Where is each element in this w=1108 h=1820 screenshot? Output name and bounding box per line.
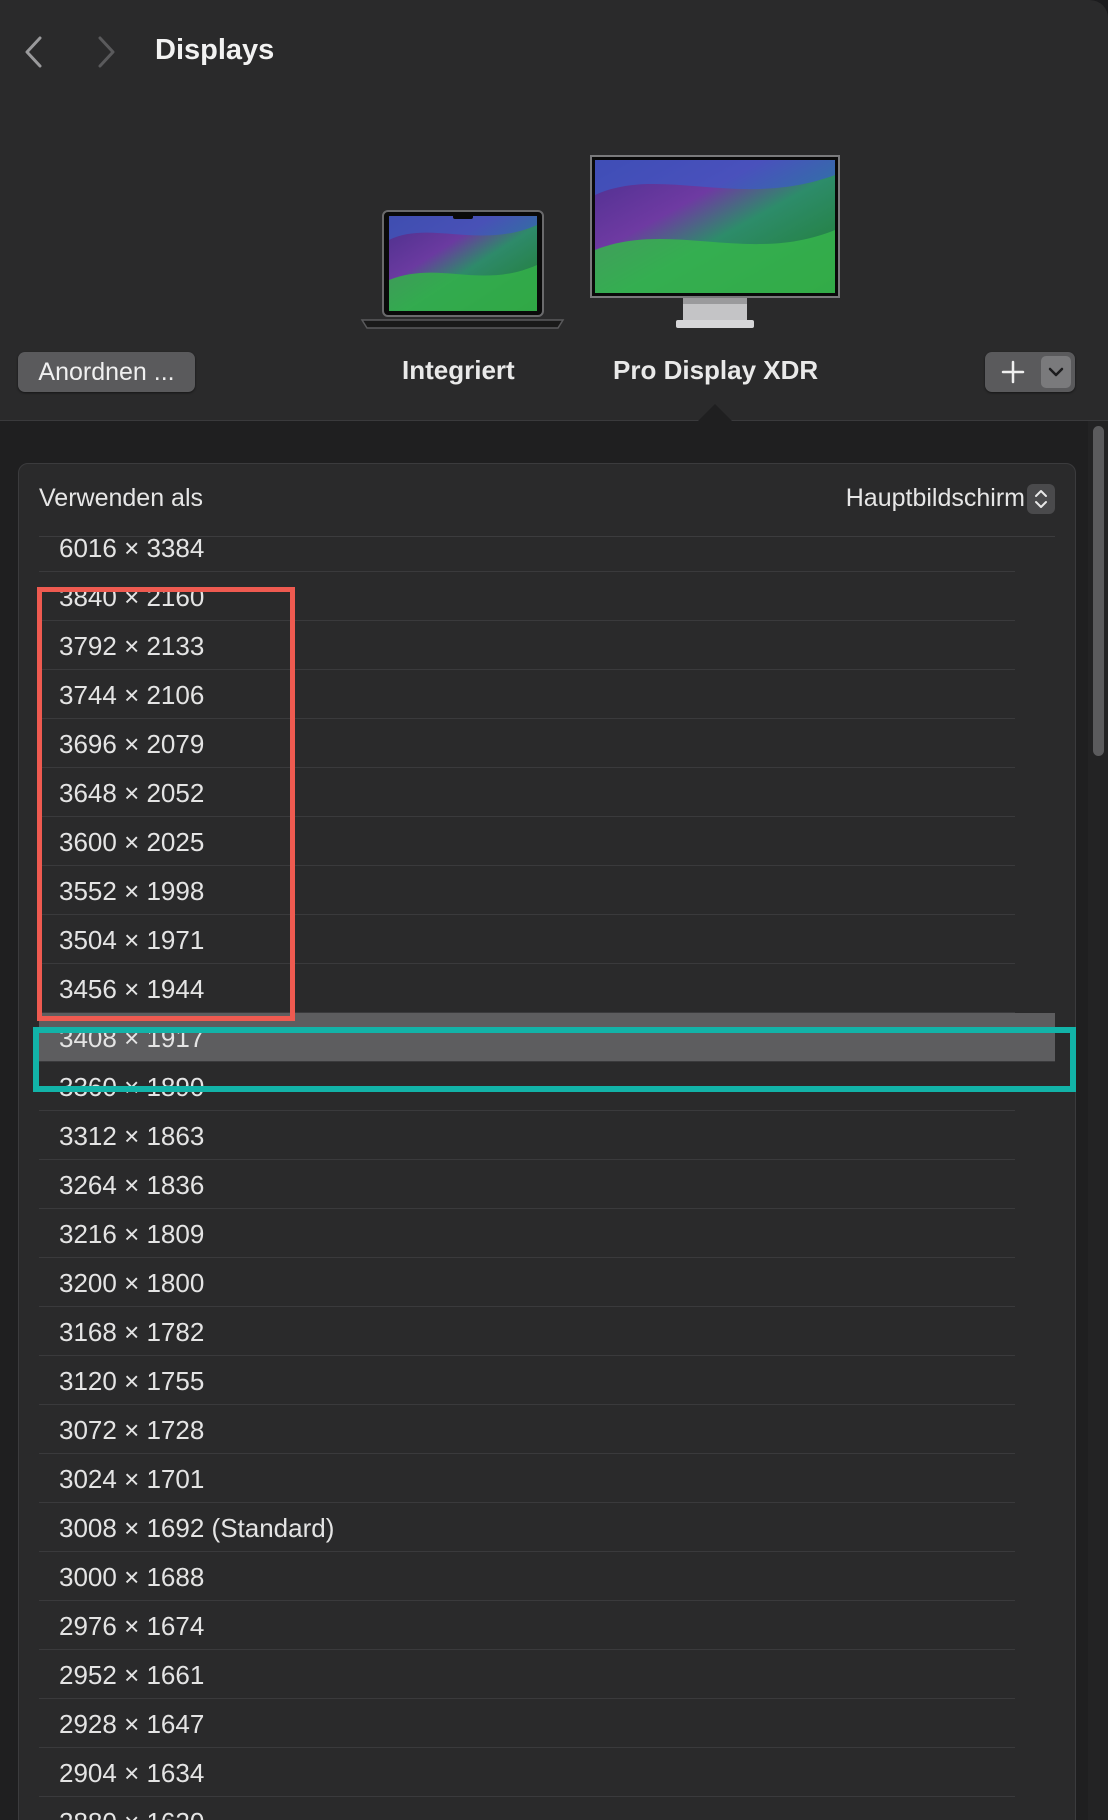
- resolution-label: 3120 × 1755: [59, 1366, 205, 1396]
- selected-display-pointer: [697, 404, 733, 422]
- resolution-label: 2904 × 1634: [59, 1758, 205, 1788]
- resolution-option[interactable]: 3008 × 1692 (Standard): [39, 1503, 1015, 1552]
- resolution-label: 2952 × 1661: [59, 1660, 205, 1690]
- plus-icon: [1001, 360, 1025, 384]
- resolution-option[interactable]: 3168 × 1782: [39, 1307, 1015, 1356]
- resolution-option[interactable]: 6016 × 3384: [39, 531, 1015, 572]
- resolution-option[interactable]: 3216 × 1809: [39, 1209, 1015, 1258]
- display-label-pro-xdr[interactable]: Pro Display XDR: [613, 355, 818, 386]
- resolution-label: 3264 × 1836: [59, 1170, 205, 1200]
- resolution-label: 3200 × 1800: [59, 1268, 205, 1298]
- scrollbar-thumb[interactable]: [1093, 426, 1104, 756]
- resolution-option[interactable]: 3072 × 1728: [39, 1405, 1015, 1454]
- chevron-left-icon: [25, 36, 42, 68]
- resolution-option[interactable]: 3120 × 1755: [39, 1356, 1015, 1405]
- resolution-option[interactable]: 2880 × 1620: [39, 1797, 1015, 1820]
- resolution-option[interactable]: 3312 × 1863: [39, 1111, 1015, 1160]
- arrange-button[interactable]: Anordnen ...: [18, 352, 195, 392]
- highlight-box-teal: [33, 1027, 1076, 1092]
- resolution-label: 2976 × 1674: [59, 1611, 205, 1641]
- chevron-down-icon: [1048, 367, 1064, 377]
- resolution-label: 3000 × 1688: [59, 1562, 205, 1592]
- displays-settings-window: Displays Anordnen ... Integriert Pro Dis…: [0, 0, 1108, 1820]
- resolution-option[interactable]: 3000 × 1688: [39, 1552, 1015, 1601]
- resolution-option[interactable]: 2952 × 1661: [39, 1650, 1015, 1699]
- display-pro-xdr[interactable]: [590, 155, 840, 332]
- resolution-label: 3024 × 1701: [59, 1464, 205, 1494]
- resolution-option[interactable]: 3200 × 1800: [39, 1258, 1015, 1307]
- resolution-label: 3216 × 1809: [59, 1219, 205, 1249]
- use-as-label: Verwenden als: [39, 484, 204, 512]
- laptop-icon: [360, 210, 565, 329]
- up-down-chevron-icon: [1035, 490, 1047, 508]
- use-as-select[interactable]: Hauptbildschirm: [846, 484, 1025, 513]
- highlight-box-red: [37, 587, 295, 1021]
- resolution-label: 6016 × 3384: [59, 533, 205, 563]
- page-title: Displays: [155, 34, 275, 66]
- resolution-option[interactable]: 2928 × 1647: [39, 1699, 1015, 1748]
- monitor-icon: [590, 155, 840, 328]
- resolution-label: 3312 × 1863: [59, 1121, 205, 1151]
- resolution-label: 3008 × 1692 (Standard): [59, 1513, 335, 1543]
- use-as-stepper[interactable]: [1027, 484, 1055, 514]
- chevron-right-icon: [98, 36, 115, 68]
- back-button[interactable]: [14, 32, 54, 72]
- display-label-integriert[interactable]: Integriert: [402, 355, 515, 386]
- add-menu-button[interactable]: [1041, 356, 1071, 388]
- resolution-label: 2880 × 1620: [59, 1807, 204, 1820]
- resolution-option[interactable]: 3264 × 1836: [39, 1160, 1015, 1209]
- resolution-option[interactable]: 2904 × 1634: [39, 1748, 1015, 1797]
- resolution-option[interactable]: 2976 × 1674: [39, 1601, 1015, 1650]
- add-display-control[interactable]: [985, 352, 1075, 392]
- resolution-label: 3168 × 1782: [59, 1317, 205, 1347]
- resolution-option[interactable]: 3024 × 1701: [39, 1454, 1015, 1503]
- add-button[interactable]: [985, 352, 1041, 392]
- display-integriert[interactable]: [360, 210, 565, 334]
- display-header: Displays Anordnen ... Integriert Pro Dis…: [0, 0, 1108, 421]
- forward-button[interactable]: [86, 32, 126, 72]
- resolution-label: 2928 × 1647: [59, 1709, 205, 1739]
- resolution-label: 3072 × 1728: [59, 1415, 205, 1445]
